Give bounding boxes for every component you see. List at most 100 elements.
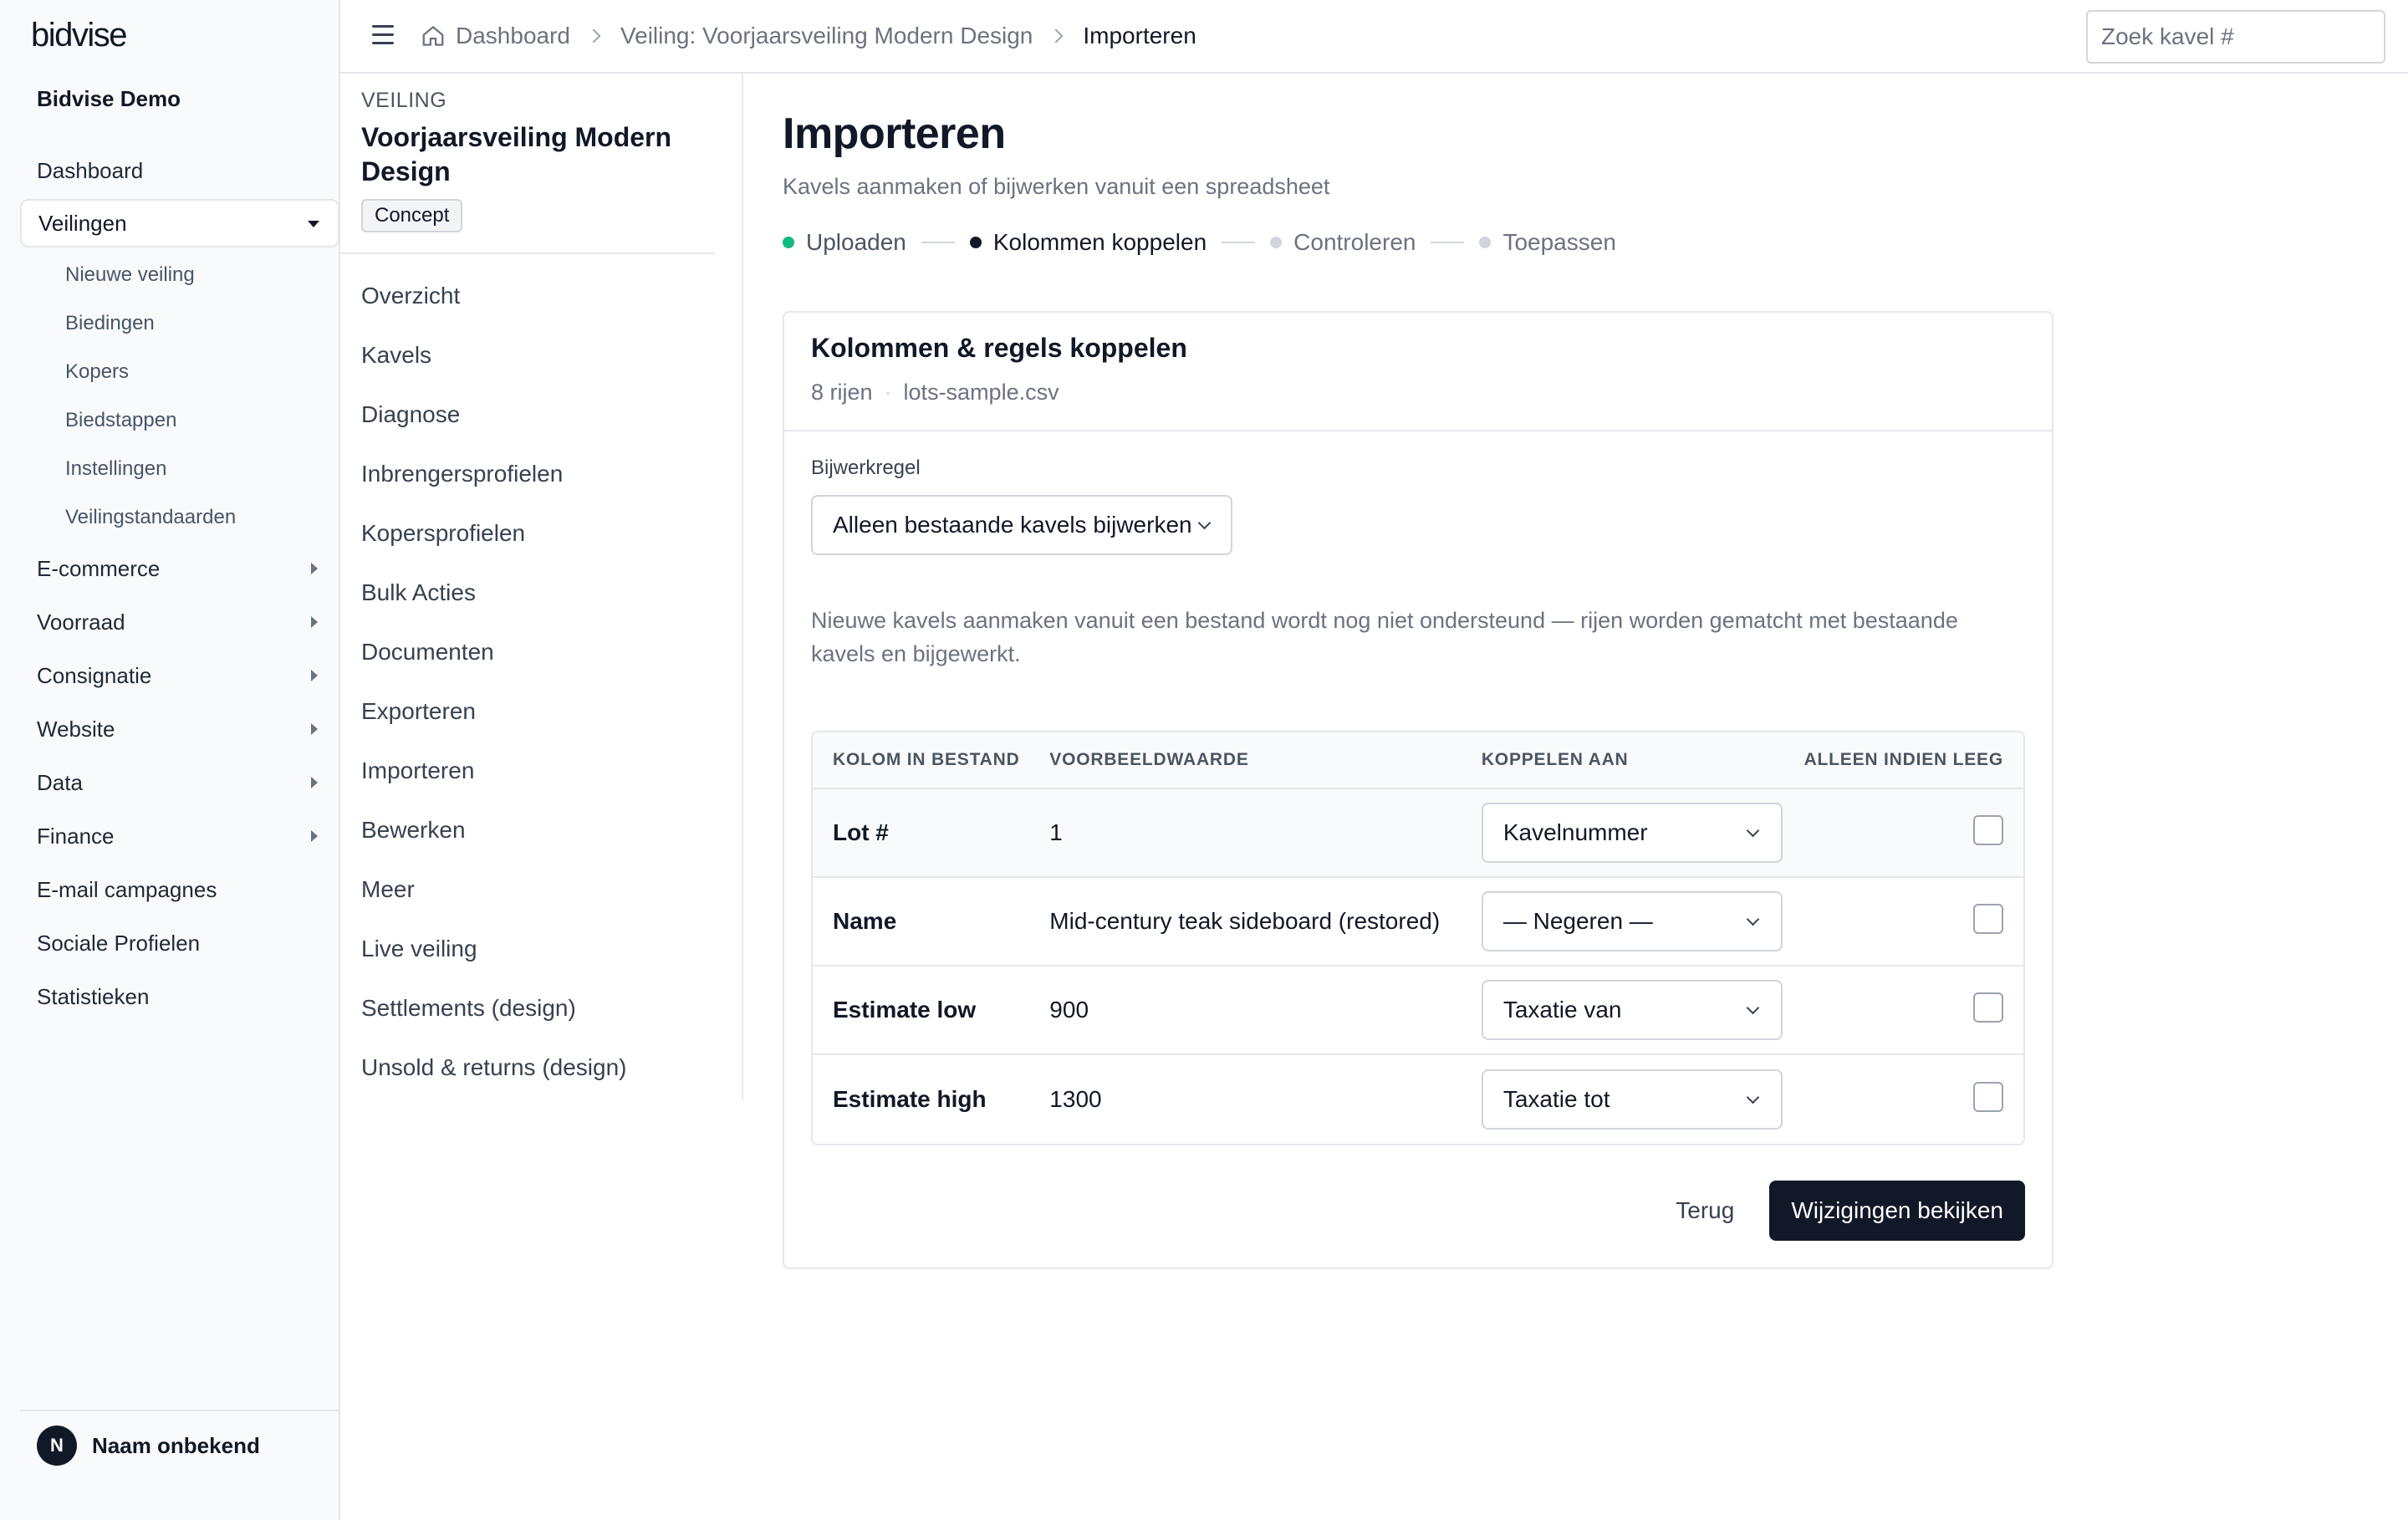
chevron-down-icon <box>1746 1090 1760 1104</box>
nav-item-veilingen[interactable]: Veilingen <box>20 199 339 247</box>
breadcrumb: Dashboard Veiling: Voorjaarsveiling Mode… <box>421 0 1196 72</box>
subnav-item-kopers[interactable]: Kopers <box>20 348 339 396</box>
file-name: lots-sample.csv <box>903 380 1059 405</box>
map-to-value: Kavelnummer <box>1502 819 1648 845</box>
step-connector <box>921 242 955 243</box>
auction-nav-meer[interactable]: Meer <box>361 859 626 919</box>
column-mapping-table: KOLOM IN BESTAND VOORBEELDWAARDE KOPPELE… <box>811 731 2025 1145</box>
step-active-dot-icon <box>969 237 982 248</box>
user-menu[interactable]: N Naam onbekend <box>20 1410 339 1480</box>
auction-nav-diagnose[interactable]: Diagnose <box>361 385 626 444</box>
update-rule-select[interactable]: Alleen bestaande kavels bijwerken <box>811 495 1232 555</box>
auction-nav-kopersprofielen[interactable]: Kopersprofielen <box>361 503 626 563</box>
map-to-cell: Taxatie tot <box>1462 1069 1802 1130</box>
table-row: Name Mid-century teak sideboard (restore… <box>813 878 2023 967</box>
auction-nav-unsold-returns[interactable]: Unsold & returns (design) <box>361 1038 626 1097</box>
map-to-select[interactable]: Taxatie van <box>1481 980 1783 1040</box>
nav-item-sociale-profielen[interactable]: Sociale Profielen <box>20 916 339 970</box>
only-if-empty-cell <box>1802 992 2023 1023</box>
caret-right-icon <box>311 670 318 681</box>
step-label: Controleren <box>1293 229 1416 255</box>
brand-logo[interactable]: bidvise <box>31 17 128 54</box>
only-if-empty-checkbox[interactable] <box>1973 904 2003 934</box>
nav-item-label: Website <box>37 716 115 742</box>
caret-right-icon <box>311 777 318 788</box>
nav-item-data[interactable]: Data <box>20 756 339 809</box>
import-stepper: Uploaden Kolommen koppelen Controleren T… <box>783 226 1616 259</box>
top-bar: Dashboard Veiling: Voorjaarsveiling Mode… <box>340 0 2408 74</box>
only-if-empty-checkbox[interactable] <box>1973 992 2003 1023</box>
auction-nav-kavels[interactable]: Kavels <box>361 325 626 385</box>
lot-search-input[interactable] <box>2088 12 2384 62</box>
nav-item-e-mail-campagnes[interactable]: E-mail campagnes <box>20 863 339 916</box>
step-toepassen: Toepassen <box>1479 229 1616 256</box>
step-kolommen-koppelen: Kolommen koppelen <box>969 229 1207 256</box>
breadcrumb-auction[interactable]: Veiling: Voorjaarsveiling Modern Design <box>620 23 1033 49</box>
page-title: Importeren <box>783 110 1006 158</box>
review-changes-button[interactable]: Wijzigingen bekijken <box>1769 1181 2025 1241</box>
update-rule-label: Bijwerkregel <box>811 457 921 479</box>
sidebar: bidvise Bidvise Demo Dashboard Veilingen… <box>0 0 340 1520</box>
file-column-name: Estimate high <box>833 1086 987 1112</box>
card-actions: Terug Wijzigingen bekijken <box>1676 1181 2025 1241</box>
map-to-cell: Kavelnummer <box>1462 803 1802 863</box>
auction-nav-inbrengersprofielen[interactable]: Inbrengersprofielen <box>361 444 626 503</box>
breadcrumb-dashboard[interactable]: Dashboard <box>456 23 570 49</box>
subnav-item-nieuwe-veiling[interactable]: Nieuwe veiling <box>20 251 339 299</box>
auction-nav-overzicht[interactable]: Overzicht <box>361 266 626 325</box>
auction-nav-documenten[interactable]: Documenten <box>361 622 626 681</box>
map-to-cell: — Negeren — <box>1462 891 1802 951</box>
only-if-empty-cell <box>1802 904 2023 934</box>
step-pending-dot-icon <box>1479 237 1492 248</box>
auction-nav-importeren[interactable]: Importeren <box>361 741 626 800</box>
auction-nav-live-veiling[interactable]: Live veiling <box>361 919 626 978</box>
nav-item-label: Sociale Profielen <box>37 930 201 956</box>
only-if-empty-checkbox[interactable] <box>1973 815 2003 845</box>
info-notice: Nieuwe kavels aanmaken vanuit een bestan… <box>811 608 1958 666</box>
status-badge: Concept <box>361 199 463 232</box>
home-icon[interactable] <box>421 23 446 48</box>
sample-value: Mid-century teak sideboard (restored) <box>1049 908 1441 934</box>
table-row: Estimate high 1300 Taxatie tot <box>813 1055 2023 1144</box>
auction-nav-bulk-acties[interactable]: Bulk Acties <box>361 563 626 622</box>
back-button[interactable]: Terug <box>1676 1197 1734 1224</box>
chevron-right-icon <box>586 28 601 43</box>
header-map-to: KOPPELEN AAN <box>1481 750 1629 769</box>
hamburger-menu-icon[interactable] <box>372 25 394 45</box>
lot-search <box>2086 10 2385 64</box>
subnav-item-instellingen[interactable]: Instellingen <box>20 445 339 493</box>
nav-item-dashboard[interactable]: Dashboard <box>20 144 339 197</box>
nav-item-label: Dashboard <box>37 157 144 183</box>
subnav-item-veilingstandaarden[interactable]: Veilingstandaarden <box>20 493 339 542</box>
nav-item-website[interactable]: Website <box>20 702 339 756</box>
subnav-item-biedstappen[interactable]: Biedstappen <box>20 396 339 445</box>
page-subtitle: Kavels aanmaken of bijwerken vanuit een … <box>783 174 1330 199</box>
subnav-item-biedingen[interactable]: Biedingen <box>20 299 339 348</box>
file-meta: 8 rijen · lots-sample.csv <box>811 380 1059 406</box>
table-header: KOLOM IN BESTAND VOORBEELDWAARDE KOPPELE… <box>813 732 2023 789</box>
caret-right-icon <box>311 616 318 628</box>
org-name[interactable]: Bidvise Demo <box>37 86 181 112</box>
file-column-name: Estimate low <box>833 997 977 1023</box>
chevron-down-icon <box>1746 824 1760 838</box>
card-header: Kolommen & regels koppelen 8 rijen · lot… <box>784 313 2052 431</box>
auction-kicker: VEILING <box>361 89 447 112</box>
step-controleren: Controleren <box>1270 229 1416 256</box>
map-to-select[interactable]: Taxatie tot <box>1481 1069 1783 1130</box>
file-column-name: Lot # <box>833 819 889 845</box>
only-if-empty-checkbox[interactable] <box>1973 1082 2003 1112</box>
nav-item-consignatie[interactable]: Consignatie <box>20 649 339 702</box>
auction-nav-exporteren[interactable]: Exporteren <box>361 681 626 741</box>
map-to-select[interactable]: Kavelnummer <box>1481 803 1783 863</box>
caret-down-icon <box>308 221 319 227</box>
auction-nav-bewerken[interactable]: Bewerken <box>361 800 626 859</box>
nav-item-finance[interactable]: Finance <box>20 809 339 863</box>
map-to-select[interactable]: — Negeren — <box>1481 891 1783 951</box>
nav-item-voorraad[interactable]: Voorraad <box>20 595 339 649</box>
chevron-down-icon <box>1746 912 1760 926</box>
nav-item-label: E-mail campagnes <box>37 876 217 902</box>
nav-item-statistieken[interactable]: Statistieken <box>20 970 339 1023</box>
nav-item-e-commerce[interactable]: E-commerce <box>20 542 339 595</box>
sample-value: 900 <box>1049 997 1089 1023</box>
auction-nav-settlements[interactable]: Settlements (design) <box>361 978 626 1038</box>
